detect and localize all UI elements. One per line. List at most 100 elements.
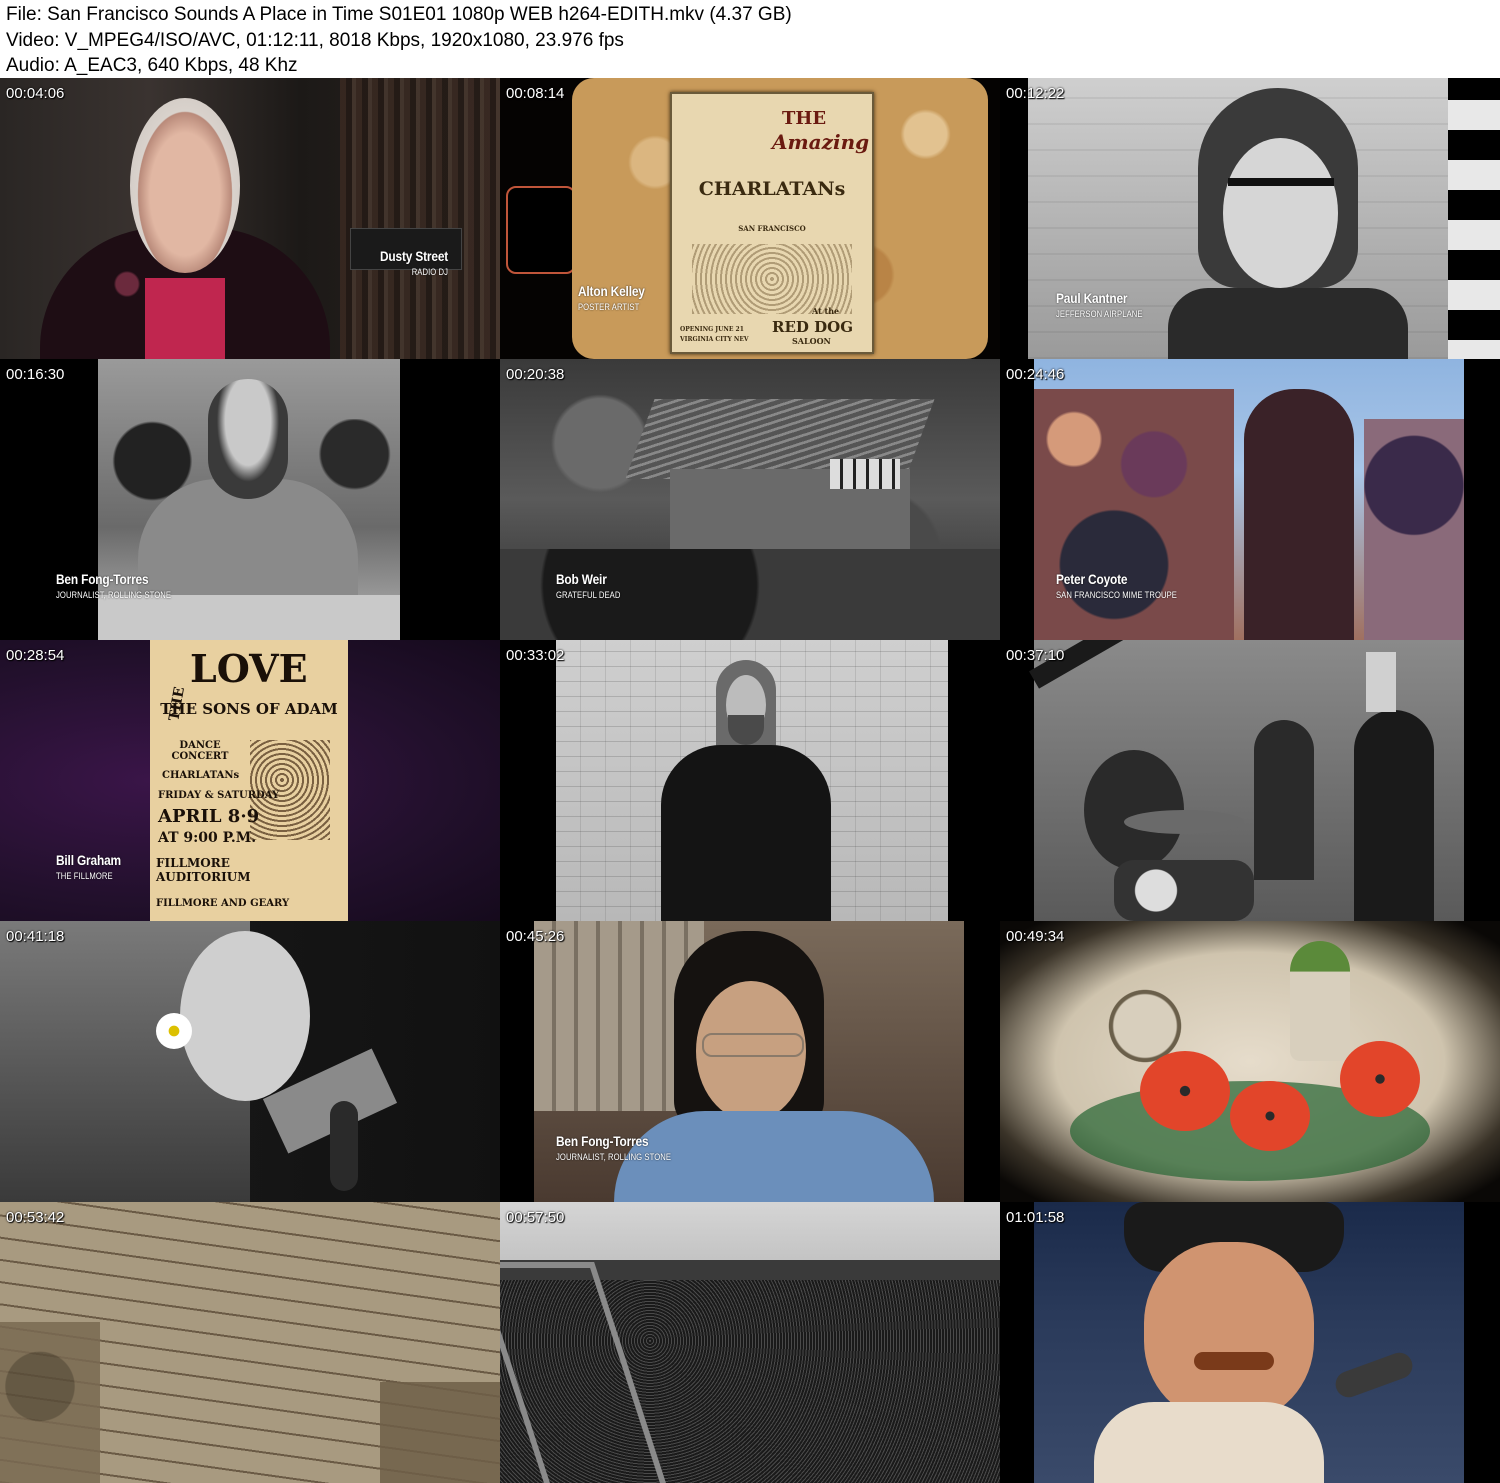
person-name: Peter Coyote <box>1056 571 1128 587</box>
man-dark-coat <box>1244 389 1354 640</box>
poster-amazing: Amazing <box>772 130 870 154</box>
video-info: Video: V_MPEG4/ISO/AVC, 01:12:11, 8018 K… <box>6 29 624 51</box>
person-name: Ben Fong-Torres <box>556 1133 649 1149</box>
timestamp: 00:28:54 <box>6 647 65 664</box>
lower-third: Alton Kelley POSTER ARTIST <box>578 283 657 312</box>
person-name: Alton Kelley <box>578 283 645 299</box>
lower-third: Bob Weir GRATEFUL DEAD <box>556 571 632 600</box>
poppy-1 <box>1140 1051 1230 1131</box>
person-name: Bill Graham <box>56 852 121 868</box>
table <box>98 595 400 640</box>
timestamp: 00:33:02 <box>506 647 565 664</box>
poster-venue2: SALOON <box>792 336 831 346</box>
lower-third: Dusty Street RADIO DJ <box>368 248 448 277</box>
thumbnail-5[interactable]: Bob Weir GRATEFUL DEAD 00:20:38 <box>500 359 1000 640</box>
black-coat <box>661 745 831 921</box>
thumbnail-10[interactable]: 00:41:18 <box>0 921 500 1202</box>
cymbal <box>1124 810 1244 834</box>
jacket <box>1094 1402 1324 1483</box>
frame-image <box>0 1202 500 1483</box>
poster-time: AT 9:00 P.M. <box>158 830 257 846</box>
poster-days: FRIDAY & SATURDAY <box>158 790 280 801</box>
crowd-left <box>1034 389 1234 640</box>
person-role: GRATEFUL DEAD <box>556 590 621 600</box>
timestamp: 00:57:50 <box>506 1209 565 1226</box>
poster-place: VIRGINIA CITY NEV <box>680 336 749 343</box>
thumbnail-11[interactable]: Ben Fong-Torres JOURNALIST, ROLLING STON… <box>500 921 1000 1202</box>
park-area <box>0 1322 100 1483</box>
face <box>1144 1242 1314 1422</box>
timestamp: 00:24:46 <box>1006 366 1065 383</box>
person-role: SAN FRANCISCO MIME TROUPE <box>1056 590 1178 600</box>
poster-band: CHARLATANs <box>162 770 240 781</box>
film-sprocket-right <box>1448 78 1500 359</box>
lower-third: Paul Kantner JEFFERSON AIRPLANE <box>1056 290 1158 319</box>
info-header: File: San Francisco Sounds A Place in Ti… <box>0 0 1500 78</box>
person-role: JOURNALIST, ROLLING STONE <box>56 590 172 600</box>
poster-love: LOVE <box>190 646 308 691</box>
person-name: Paul Kantner <box>1056 290 1128 306</box>
thumbnail-7[interactable]: THE LOVE THE SONS OF ADAM DANCE CONCERT … <box>0 640 500 921</box>
thumbnail-1[interactable]: Dusty Street RADIO DJ 00:04:06 <box>0 78 500 359</box>
poster-venue: RED DOG <box>772 318 854 336</box>
poster: THE Amazing CHARLATANs SAN FRANCISCO At … <box>670 92 874 354</box>
lower-third: Bill Graham THE FILLMORE <box>56 852 132 881</box>
poster-band: CHARLATANs <box>698 178 846 200</box>
park-area-2 <box>380 1382 500 1483</box>
thumbnail-14[interactable]: 00:57:50 <box>500 1202 1000 1483</box>
film-perforation <box>506 186 576 274</box>
thumbnail-15[interactable]: 01:01:58 <box>1000 1202 1500 1483</box>
timestamp: 00:04:06 <box>6 85 65 102</box>
frame-image <box>1034 1202 1464 1483</box>
person-name: Dusty Street <box>379 248 448 264</box>
thumbnail-9[interactable]: 00:37:10 <box>1000 640 1500 921</box>
glasses <box>1228 178 1334 214</box>
poster-date: OPENING JUNE 21 <box>680 326 744 333</box>
poster-dance: DANCE CONCERT <box>171 740 229 762</box>
timestamp: 00:49:34 <box>1006 928 1065 945</box>
thumbnail-6[interactable]: Peter Coyote SAN FRANCISCO MIME TROUPE 0… <box>1000 359 1500 640</box>
thumbnail-3[interactable]: Paul Kantner JEFFERSON AIRPLANE 00:12:22 <box>1000 78 1500 359</box>
frame-image <box>500 1202 1000 1483</box>
poppy-3 <box>1340 1041 1420 1117</box>
crowd-right <box>1364 419 1464 640</box>
poster-hall: FILLMORE AUDITORIUM <box>156 856 251 884</box>
thumbnail-12[interactable]: 00:49:34 <box>1000 921 1500 1202</box>
person-name: Ben Fong-Torres <box>56 571 149 587</box>
thumbnail-2[interactable]: THE Amazing CHARLATANs SAN FRANCISCO At … <box>500 78 1000 359</box>
poster-at: At the <box>812 306 840 316</box>
scarecrow-drawing <box>1290 941 1350 1061</box>
person-role: RADIO DJ <box>411 267 448 277</box>
frame-image <box>556 640 948 921</box>
glasses <box>702 1033 804 1057</box>
frame-image <box>0 78 500 359</box>
microphone <box>330 1101 358 1191</box>
lower-third: Peter Coyote SAN FRANCISCO MIME TROUPE <box>1056 571 1198 600</box>
thumbnail-8[interactable]: 00:33:02 <box>500 640 1000 921</box>
poster-city: SAN FRANCISCO <box>738 224 806 233</box>
wall-poster <box>1366 652 1396 712</box>
bookshelf <box>340 78 500 359</box>
timestamp: 00:53:42 <box>6 1209 65 1226</box>
hair-flower <box>156 1013 192 1049</box>
drums <box>1114 860 1254 921</box>
frame-image <box>1029 640 1464 921</box>
timestamp: 00:41:18 <box>6 928 65 945</box>
windows <box>830 459 900 489</box>
shirt <box>145 278 225 359</box>
lower-third: Ben Fong-Torres JOURNALIST, ROLLING STON… <box>556 1133 691 1162</box>
poster-address: FILLMORE AND GEARY <box>156 898 290 909</box>
poster-the: THE <box>782 108 827 129</box>
thumbnail-13[interactable]: 00:53:42 <box>0 1202 500 1483</box>
timestamp: 00:20:38 <box>506 366 565 383</box>
mustache <box>1194 1352 1274 1370</box>
thumbnail-4[interactable]: Ben Fong-Torres JOURNALIST, ROLLING STON… <box>0 359 500 640</box>
timestamp: 00:37:10 <box>1006 647 1065 664</box>
person-role: JOURNALIST, ROLLING STONE <box>556 1152 672 1162</box>
poppy-2 <box>1230 1081 1310 1151</box>
lower-third: Ben Fong-Torres JOURNALIST, ROLLING STON… <box>56 571 191 600</box>
poster-illustration <box>692 244 852 314</box>
person-role: THE FILLMORE <box>56 871 113 881</box>
face <box>180 931 310 1101</box>
poster-sons: THE SONS OF ADAM <box>160 700 338 718</box>
